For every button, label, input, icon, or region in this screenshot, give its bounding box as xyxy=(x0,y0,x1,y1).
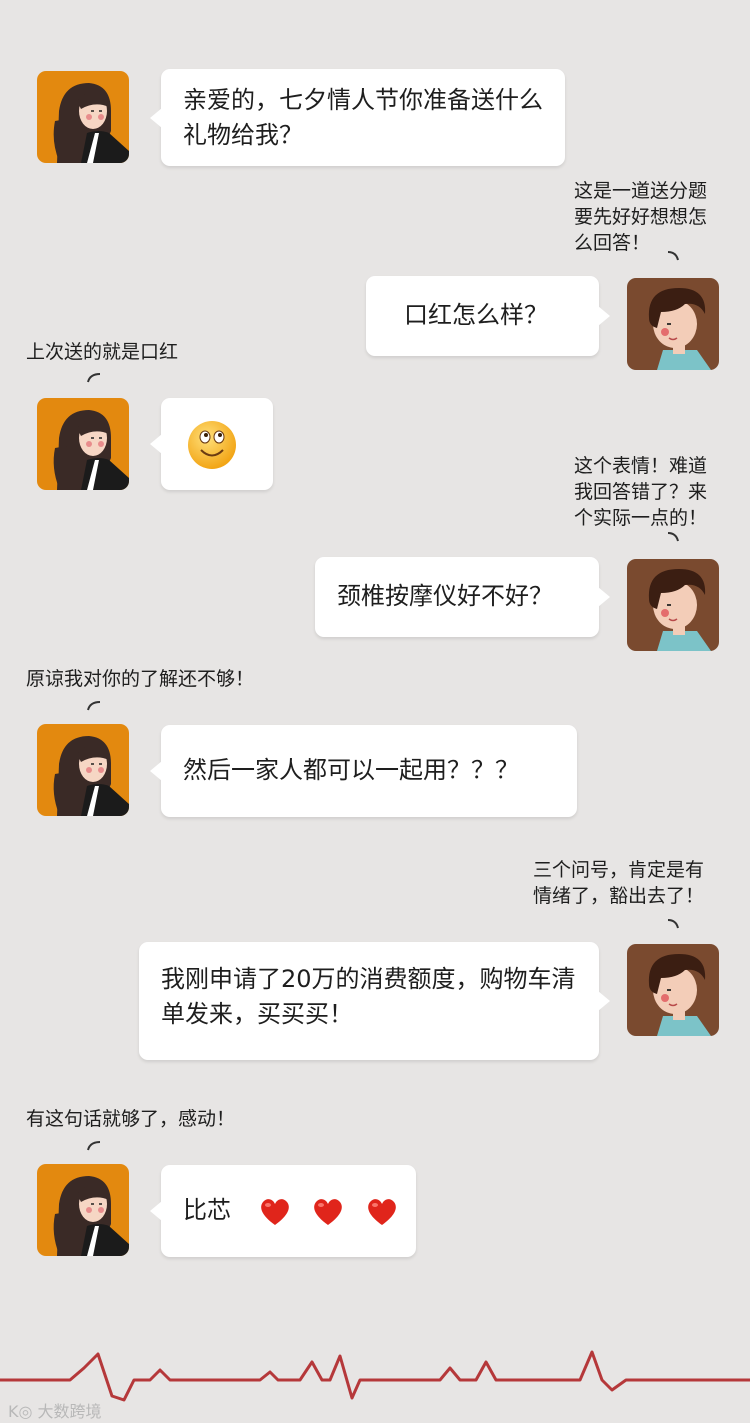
message-text: 口红怎么样？ xyxy=(404,301,548,329)
watermark: K◎ 大数跨境 xyxy=(8,1398,102,1422)
avatar-him xyxy=(627,559,719,651)
inner-thought-note: 三个问号，肯定是有 情绪了，豁出去了！ xyxy=(533,859,705,907)
heart-icon xyxy=(364,1193,400,1229)
heart-icon xyxy=(310,1193,346,1229)
message-text: 然后一家人都可以一起用？？？ xyxy=(183,756,519,784)
message-bubble: 然后一家人都可以一起用？？？ xyxy=(150,725,577,817)
message-bubble xyxy=(150,398,273,490)
avatar-him xyxy=(627,944,719,1036)
avatar-her xyxy=(37,724,129,816)
inner-thought-note: 有这句话就够了，感动！ xyxy=(26,1108,236,1130)
message-bubble: 口红怎么样？ xyxy=(366,276,610,356)
heart-icon xyxy=(257,1193,293,1229)
thought-tick xyxy=(87,1141,101,1151)
avatar-her xyxy=(37,71,129,163)
inner-thought-note: 上次送的就是口红 xyxy=(26,341,179,363)
thought-tick xyxy=(667,251,679,261)
inner-thought-note: 原谅我对你的了解还不够！ xyxy=(26,668,255,690)
message-text: 比芯 xyxy=(183,1196,231,1224)
watermark-icon: K◎ xyxy=(8,1402,33,1421)
thought-tick xyxy=(87,701,101,711)
avatar-her xyxy=(37,1164,129,1256)
message-bubble: 比芯 xyxy=(150,1165,416,1257)
message-bubble: 我刚申请了20万的消费额度，购物车清单发来，买买买！ xyxy=(139,942,610,1060)
avatar-her xyxy=(37,398,129,490)
thought-tick xyxy=(667,532,679,542)
watermark-text: 大数跨境 xyxy=(37,1402,102,1421)
message-text: 颈椎按摩仪好不好？ xyxy=(337,582,553,610)
avatar-him xyxy=(627,278,719,370)
message-bubble: 颈椎按摩仪好不好？ xyxy=(315,557,610,637)
smile-emoji-icon xyxy=(188,421,236,469)
thought-tick xyxy=(667,919,679,929)
inner-thought-note: 这个表情！难道 我回答错了？来 个实际一点的！ xyxy=(574,455,708,529)
inner-thought-note: 这是一道送分题 要先好好想想怎 么回答！ xyxy=(574,180,708,254)
heartbeat-line xyxy=(0,1350,750,1402)
message-text: 亲爱的，七夕情人节你准备送什么礼物给我？ xyxy=(183,86,543,149)
thought-tick xyxy=(87,373,101,383)
message-text: 我刚申请了20万的消费额度，购物车清单发来，买买买！ xyxy=(161,965,576,1028)
message-bubble: 亲爱的，七夕情人节你准备送什么礼物给我？ xyxy=(150,69,565,166)
